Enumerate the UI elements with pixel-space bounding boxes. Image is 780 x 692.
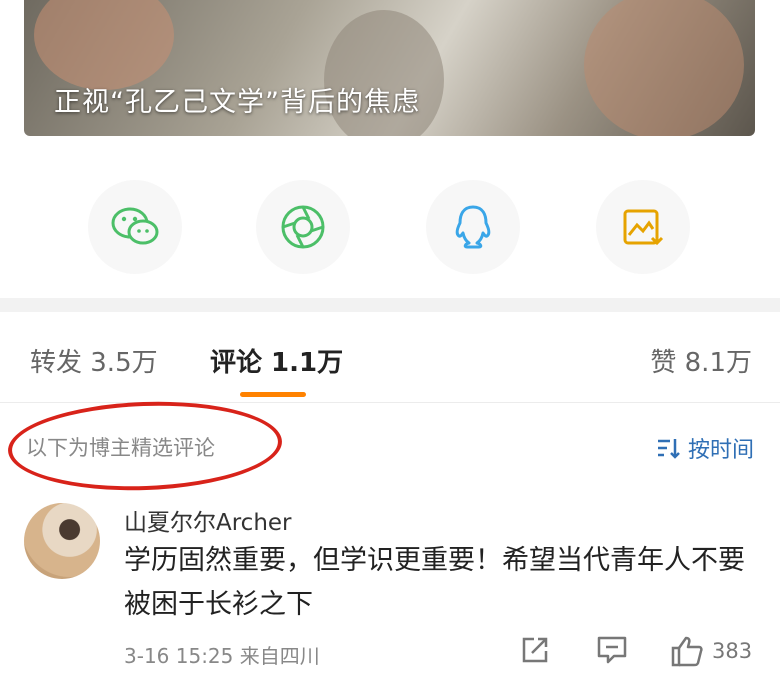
comment-icon (597, 636, 627, 664)
active-tab-indicator (240, 392, 306, 397)
comment-text: 学历固然重要，但学识更重要！希望当代青年人不要被困于长衫之下 (124, 545, 745, 620)
sort-by-time-button[interactable]: 按时间 (656, 432, 754, 464)
comment-time-location: 3-16 15:25 来自四川 (124, 644, 320, 668)
save-image-button[interactable] (596, 180, 690, 274)
comment-username[interactable]: 山夏尔尔Archer (124, 503, 292, 537)
interaction-tabs: 转发 3.5万 评论 1.1万 赞 8.1万 (0, 312, 780, 403)
thumbs-up-icon (671, 636, 703, 667)
comment-item: 山夏尔尔Archer 学历固然重要，但学识更重要！希望当代青年人不要被困于长衫之… (0, 495, 780, 692)
wechat-icon (111, 207, 159, 245)
avatar[interactable] (24, 503, 100, 579)
article-banner-image[interactable]: 正视“孔乙己文学”背后的焦虑 (24, 0, 755, 136)
banner-art-shape (584, 0, 744, 136)
banner-caption: 正视“孔乙己文学”背后的焦虑 (54, 87, 420, 118)
moments-icon (281, 205, 325, 249)
share-icon (522, 637, 548, 663)
share-wechat-button[interactable] (88, 180, 182, 274)
save-image-icon (623, 209, 664, 246)
share-row (0, 180, 780, 276)
section-divider (0, 298, 780, 312)
share-comment-button[interactable] (520, 635, 550, 665)
share-moments-button[interactable] (256, 180, 350, 274)
tab-likes[interactable]: 赞 8.1万 (650, 342, 752, 379)
tab-reposts[interactable]: 转发 3.5万 (30, 342, 158, 379)
tab-comments[interactable]: 评论 1.1万 (210, 342, 343, 379)
like-comment-button[interactable]: 383 (670, 635, 752, 667)
like-count: 383 (712, 639, 753, 663)
sort-icon (657, 439, 680, 459)
qq-icon (455, 205, 491, 249)
share-qq-button[interactable] (426, 180, 520, 274)
banner-art-shape (34, 0, 174, 90)
reply-comment-button[interactable] (596, 635, 628, 665)
sort-label: 按时间 (687, 438, 754, 463)
